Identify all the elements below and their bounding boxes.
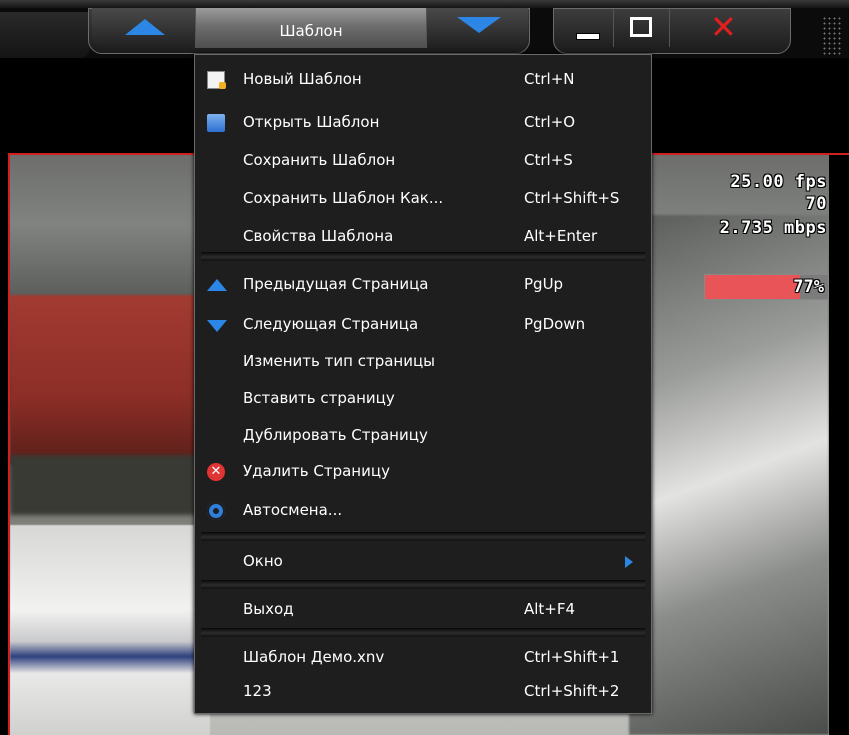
frame-count-readout: 70 — [805, 194, 827, 214]
menu-item-open-template[interactable]: Открыть Шаблон Ctrl+O — [195, 106, 651, 140]
menu-item-label: Новый Шаблон — [243, 70, 362, 88]
menu-item-shortcut: Alt+F4 — [524, 600, 576, 618]
fps-readout: 25.00 fps — [730, 172, 827, 192]
menu-separator — [201, 628, 645, 637]
menu-item-autoswitch[interactable]: Автосмена... — [195, 494, 651, 528]
menu-separator — [201, 532, 645, 541]
minimize-button[interactable] — [558, 9, 614, 47]
maximize-icon — [630, 17, 652, 37]
menu-item-label: Сохранить Шаблон Как... — [243, 189, 444, 207]
menu-item-shortcut: Ctrl+Shift+2 — [524, 682, 620, 700]
maximize-button[interactable] — [614, 9, 670, 47]
menu-item-save-template-as[interactable]: Сохранить Шаблон Как... Ctrl+Shift+S — [195, 182, 651, 216]
load-progress-bar: 77% — [704, 274, 829, 300]
previous-page-button[interactable] — [92, 8, 196, 48]
toolbar-left-panel — [0, 12, 90, 58]
menu-item-duplicate-page[interactable]: Дублировать Страницу — [195, 419, 651, 453]
toolbar-top-strip — [0, 0, 849, 8]
menu-item-label: Открыть Шаблон — [243, 113, 380, 131]
submenu-arrow-icon — [625, 556, 633, 568]
delete-icon: ✕ — [207, 463, 225, 481]
menu-item-shortcut: Alt+Enter — [524, 227, 598, 245]
triangle-up-icon — [207, 279, 227, 291]
menu-item-shortcut: Ctrl+O — [524, 113, 576, 131]
menu-item-window[interactable]: Окно — [195, 545, 651, 579]
menu-item-recent-template-1[interactable]: Шаблон Демо.xnv Ctrl+Shift+1 — [195, 641, 651, 675]
menu-item-label: 123 — [243, 682, 272, 700]
menu-item-new-template[interactable]: Новый Шаблон Ctrl+N — [195, 63, 651, 97]
camera-image-boat — [10, 525, 210, 735]
load-progress-label: 77% — [793, 277, 824, 297]
next-page-button[interactable] — [426, 8, 528, 48]
toolbar: Шаблон ✕ — [0, 0, 849, 58]
menu-item-label: Изменить тип страницы — [243, 352, 436, 370]
menu-item-label: Удалить Страницу — [243, 462, 390, 480]
triangle-down-icon — [457, 17, 501, 33]
menu-item-label: Предыдущая Страница — [243, 275, 429, 293]
menu-item-label: Вставить страницу — [243, 389, 395, 407]
menu-item-shortcut: PgDown — [524, 315, 586, 333]
menu-item-shortcut: PgUp — [524, 275, 564, 293]
menu-item-previous-page[interactable]: Предыдущая Страница PgUp — [195, 268, 651, 302]
menu-item-label: Сохранить Шаблон — [243, 151, 396, 169]
bitrate-readout: 2.735 mbps — [719, 218, 827, 238]
menu-item-label: Шаблон Демо.xnv — [243, 648, 385, 666]
menu-item-shortcut: Ctrl+S — [524, 151, 573, 169]
close-button[interactable]: ✕ — [670, 9, 788, 47]
menu-item-delete-page[interactable]: ✕ Удалить Страницу — [195, 455, 651, 489]
camera-image-truck-base — [10, 455, 200, 515]
close-icon: ✕ — [710, 8, 737, 46]
minimize-icon — [576, 33, 600, 40]
triangle-up-icon — [125, 19, 165, 35]
gear-icon — [207, 502, 225, 520]
menu-item-shortcut: Ctrl+Shift+1 — [524, 648, 620, 666]
template-menu-button[interactable]: Шаблон — [196, 8, 426, 48]
template-menu-label: Шаблон — [279, 22, 343, 40]
menu-item-shortcut: Ctrl+N — [524, 70, 575, 88]
menu-item-recent-template-2[interactable]: 123 Ctrl+Shift+2 — [195, 675, 651, 709]
menu-item-change-page-type[interactable]: Изменить тип страницы — [195, 345, 651, 379]
menu-item-save-template[interactable]: Сохранить Шаблон Ctrl+S — [195, 144, 651, 178]
resize-grip-icon[interactable] — [822, 16, 842, 56]
menu-item-next-page[interactable]: Следующая Страница PgDown — [195, 308, 651, 342]
menu-item-insert-page[interactable]: Вставить страницу — [195, 382, 651, 416]
menu-item-label: Свойства Шаблона — [243, 227, 394, 245]
menu-item-shortcut: Ctrl+Shift+S — [524, 189, 620, 207]
menu-item-label: Автосмена... — [243, 501, 343, 519]
menu-item-label: Окно — [243, 552, 283, 570]
menu-item-label: Выход — [243, 600, 294, 618]
triangle-down-icon — [207, 320, 227, 332]
open-folder-icon — [207, 114, 225, 132]
menu-separator — [201, 252, 645, 261]
new-document-icon — [207, 71, 226, 89]
menu-separator — [201, 580, 645, 589]
template-dropdown-menu: Новый Шаблон Ctrl+N Открыть Шаблон Ctrl+… — [194, 54, 652, 714]
camera-right-border — [829, 155, 849, 735]
menu-item-template-properties[interactable]: Свойства Шаблона Alt+Enter — [195, 220, 651, 254]
menu-item-exit[interactable]: Выход Alt+F4 — [195, 593, 651, 627]
menu-item-label: Следующая Страница — [243, 315, 419, 333]
camera-image-truck — [10, 295, 210, 465]
menu-item-label: Дублировать Страницу — [243, 426, 428, 444]
